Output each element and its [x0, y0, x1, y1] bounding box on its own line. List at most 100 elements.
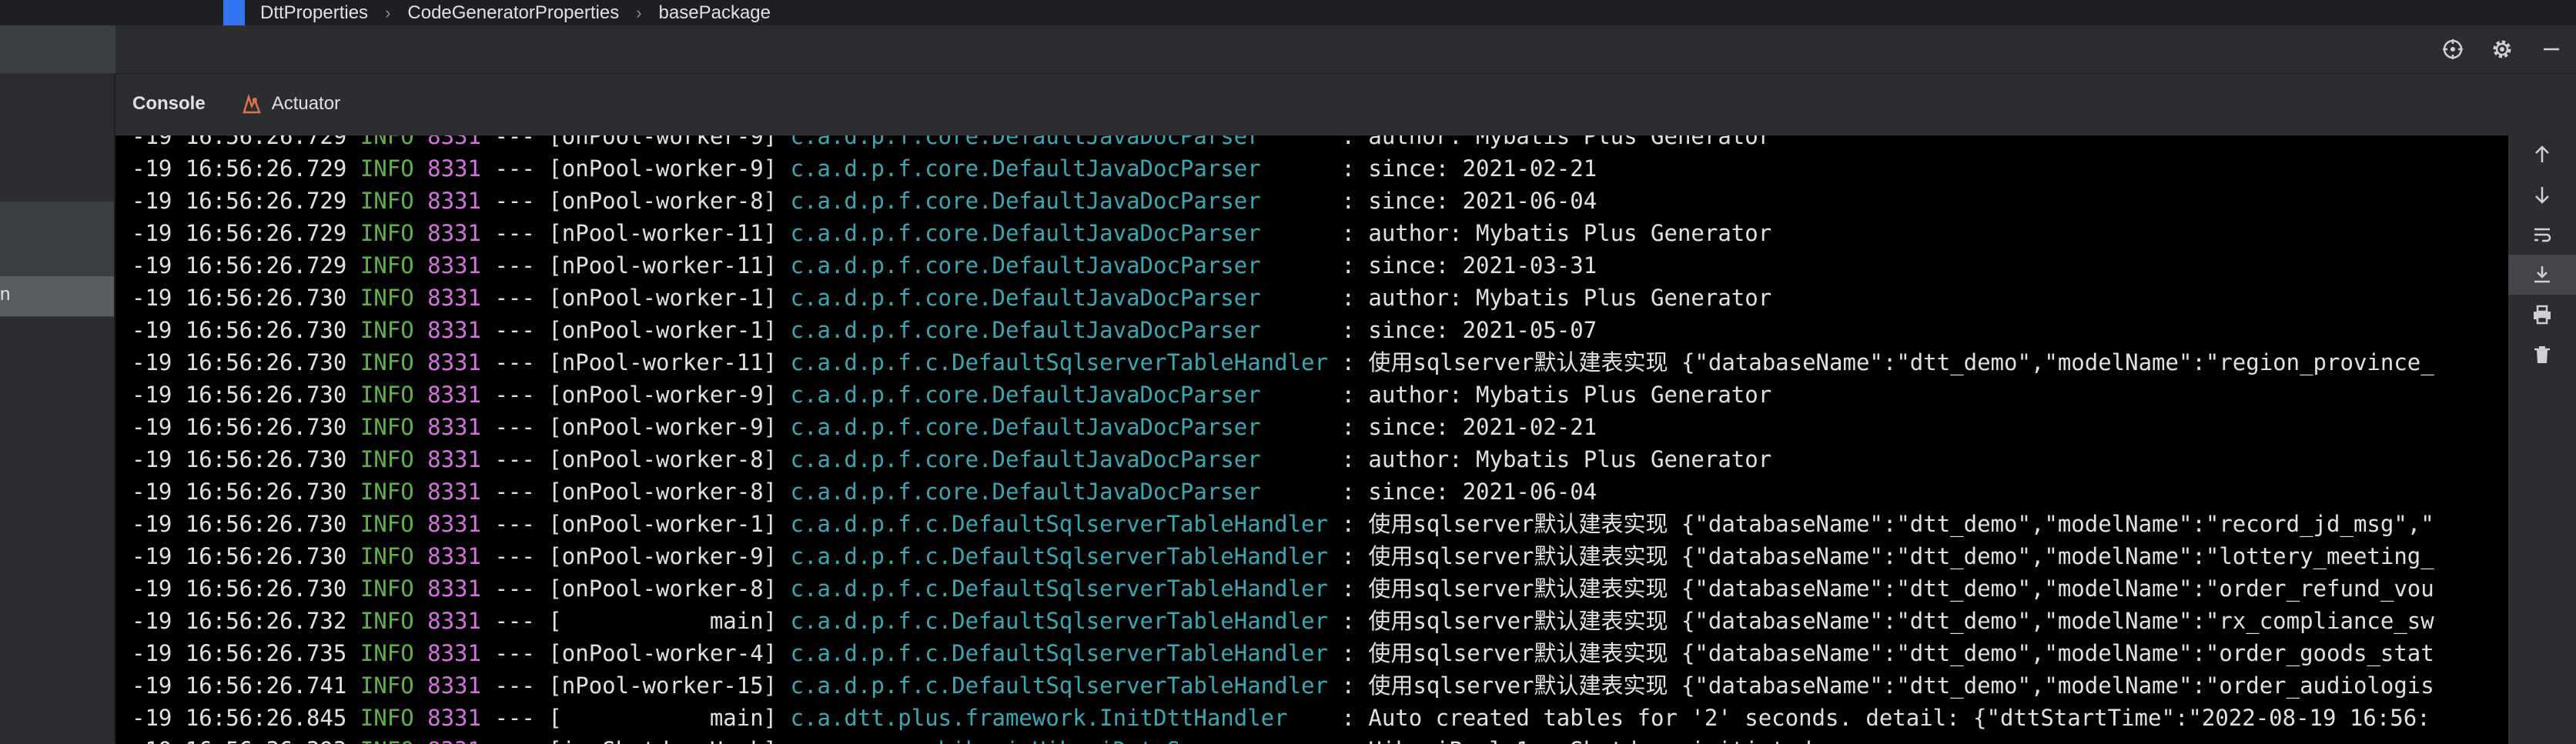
log-line: -19 16:56:26.730 INFO 8331 --- [onPool-w…	[132, 411, 2434, 443]
log-thread: [nPool-worker-11]	[548, 252, 778, 279]
log-thread: [onPool-worker-1]	[548, 511, 778, 537]
tab-actuator[interactable]: Actuator	[222, 73, 357, 135]
log-timestamp: -19 16:56:26.729	[132, 188, 347, 214]
log-line: -19 16:56:26.729 INFO 8331 --- [nPool-wo…	[132, 217, 2434, 249]
log-line: -19 16:56:26.730 INFO 8331 --- [onPool-w…	[132, 475, 2434, 508]
breadcrumb-item-field[interactable]: basePackage	[659, 2, 771, 24]
log-thread: [nPool-worker-11]	[548, 349, 778, 375]
log-thread: [onPool-worker-8]	[548, 446, 778, 472]
tab-console[interactable]: Console	[115, 73, 222, 135]
breadcrumb-item-inner-class[interactable]: CodeGeneratorProperties	[407, 2, 619, 24]
log-pid: 8331	[427, 672, 481, 699]
arrow-down-icon[interactable]	[2508, 175, 2576, 215]
log-line: -19 16:56:26.732 INFO 8331 --- [ main] c…	[132, 605, 2434, 637]
log-level: INFO	[360, 155, 414, 182]
print-icon[interactable]	[2508, 295, 2576, 335]
log-separator: ---	[494, 349, 535, 375]
log-level: INFO	[360, 188, 414, 214]
log-logger: c.a.d.p.f.core.DefaultJavaDocParser	[790, 382, 1261, 408]
log-thread: [onPool-worker-9]	[548, 135, 778, 149]
log-thread: [onPool-worker-9]	[548, 155, 778, 182]
log-level: INFO	[360, 576, 414, 602]
log-line: -19 16:56:26.741 INFO 8331 --- [nPool-wo…	[132, 669, 2434, 702]
log-level: INFO	[360, 317, 414, 343]
log-message: : since: 2021-06-04	[1341, 479, 1597, 505]
log-pid: 8331	[427, 576, 481, 602]
log-separator: ---	[494, 220, 535, 246]
log-message: : author: Mybatis Plus Generator	[1341, 446, 1772, 472]
log-pid: 8331	[427, 220, 481, 246]
log-logger: c.a.d.p.f.core.DefaultJavaDocParser	[790, 252, 1261, 279]
log-thread: [onPool-worker-9]	[548, 382, 778, 408]
log-line: -19 16:56:26.730 INFO 8331 --- [onPool-w…	[132, 540, 2434, 572]
log-line: -19 16:56:26.730 INFO 8331 --- [onPool-w…	[132, 508, 2434, 540]
crosshair-icon[interactable]	[2428, 25, 2477, 73]
log-thread: [onPool-worker-1]	[548, 317, 778, 343]
log-separator: ---	[494, 285, 535, 311]
trash-icon[interactable]	[2508, 335, 2576, 375]
log-message: : since: 2021-05-07	[1341, 317, 1597, 343]
log-timestamp: -19 16:56:26.730	[132, 511, 347, 537]
log-timestamp: -19 16:56:26.729	[132, 155, 347, 182]
log-separator: ---	[494, 608, 535, 634]
log-line: -19 16:56:26.730 INFO 8331 --- [onPool-w…	[132, 379, 2434, 411]
minimize-icon[interactable]	[2527, 25, 2576, 73]
log-pid: 8331	[427, 349, 481, 375]
log-message: : Auto created tables for '2' seconds. d…	[1341, 705, 2430, 731]
log-separator: ---	[494, 382, 535, 408]
log-message: : author: Mybatis Plus Generator	[1341, 382, 1772, 408]
log-logger: c.a.d.p.f.c.DefaultSqlserverTableHandler	[790, 349, 1328, 375]
log-logger: c.a.d.p.f.core.DefaultJavaDocParser	[790, 285, 1261, 311]
breadcrumb-separator: ›	[385, 2, 391, 22]
log-pid: 8331	[427, 252, 481, 279]
console-output[interactable]: -19 16:56:26.729 INFO 8331 --- [onPool-w…	[115, 135, 2508, 744]
console-toolbar	[2508, 135, 2576, 743]
gear-icon[interactable]	[2477, 25, 2527, 73]
log-thread: [ main]	[548, 608, 778, 634]
log-line: -19 16:56:26.729 INFO 8331 --- [onPool-w…	[132, 135, 2434, 152]
breadcrumb-item-class[interactable]: DttProperties	[260, 2, 368, 24]
log-separator: ---	[494, 252, 535, 279]
log-timestamp: -19 16:56:26.730	[132, 414, 347, 440]
log-line: -19 16:56:26.735 INFO 8331 --- [onPool-w…	[132, 637, 2434, 669]
scroll-to-end-icon[interactable]	[2508, 255, 2576, 295]
log-message: : 使用sqlserver默认建表实现 {"databaseName":"dtt…	[1341, 640, 2434, 666]
left-panel-selected-item[interactable]: n	[0, 276, 114, 316]
log-thread: [onPool-worker-8]	[548, 479, 778, 505]
log-timestamp: -19 16:56:26.730	[132, 479, 347, 505]
actuator-icon	[239, 92, 263, 115]
log-message: : 使用sqlserver默认建表实现 {"databaseName":"dtt…	[1341, 608, 2434, 634]
log-separator: ---	[494, 414, 535, 440]
log-separator: ---	[494, 188, 535, 214]
log-separator: ---	[494, 479, 535, 505]
log-pid: 8331	[427, 479, 481, 505]
log-level: INFO	[360, 349, 414, 375]
log-timestamp: -19 16:56:26.730	[132, 446, 347, 472]
log-timestamp: -19 16:56:26.732	[132, 608, 347, 634]
log-pid: 8331	[427, 446, 481, 472]
log-timestamp: -19 16:56:26.729	[132, 252, 347, 279]
log-pid: 8331	[427, 135, 481, 149]
log-logger: c.a.d.p.f.c.DefaultSqlserverTableHandler	[790, 608, 1328, 634]
log-separator: ---	[494, 576, 535, 602]
arrow-up-icon[interactable]	[2508, 135, 2576, 175]
header-left-area	[0, 25, 115, 73]
log-logger: c.a.d.p.f.core.DefaultJavaDocParser	[790, 188, 1261, 214]
log-separator: ---	[494, 640, 535, 666]
log-level: INFO	[360, 446, 414, 472]
file-type-marker	[223, 0, 245, 25]
header-actions	[2428, 25, 2576, 73]
log-logger: c.a.d.p.f.core.DefaultJavaDocParser	[790, 135, 1261, 149]
log-separator: ---	[494, 511, 535, 537]
log-pid: 8331	[427, 382, 481, 408]
log-level: INFO	[360, 608, 414, 634]
soft-wrap-icon[interactable]	[2508, 215, 2576, 255]
log-level: INFO	[360, 511, 414, 537]
log-logger: c.a.d.p.f.core.DefaultJavaDocParser	[790, 446, 1261, 472]
log-timestamp: -19 16:56:26.730	[132, 576, 347, 602]
log-message: : since: 2021-02-21	[1341, 414, 1597, 440]
log-level: INFO	[360, 414, 414, 440]
log-line: -19 16:56:26.730 INFO 8331 --- [onPool-w…	[132, 314, 2434, 346]
log-logger: c.a.d.p.f.c.DefaultSqlserverTableHandler	[790, 576, 1328, 602]
log-message: : since: 2021-06-04	[1341, 188, 1597, 214]
